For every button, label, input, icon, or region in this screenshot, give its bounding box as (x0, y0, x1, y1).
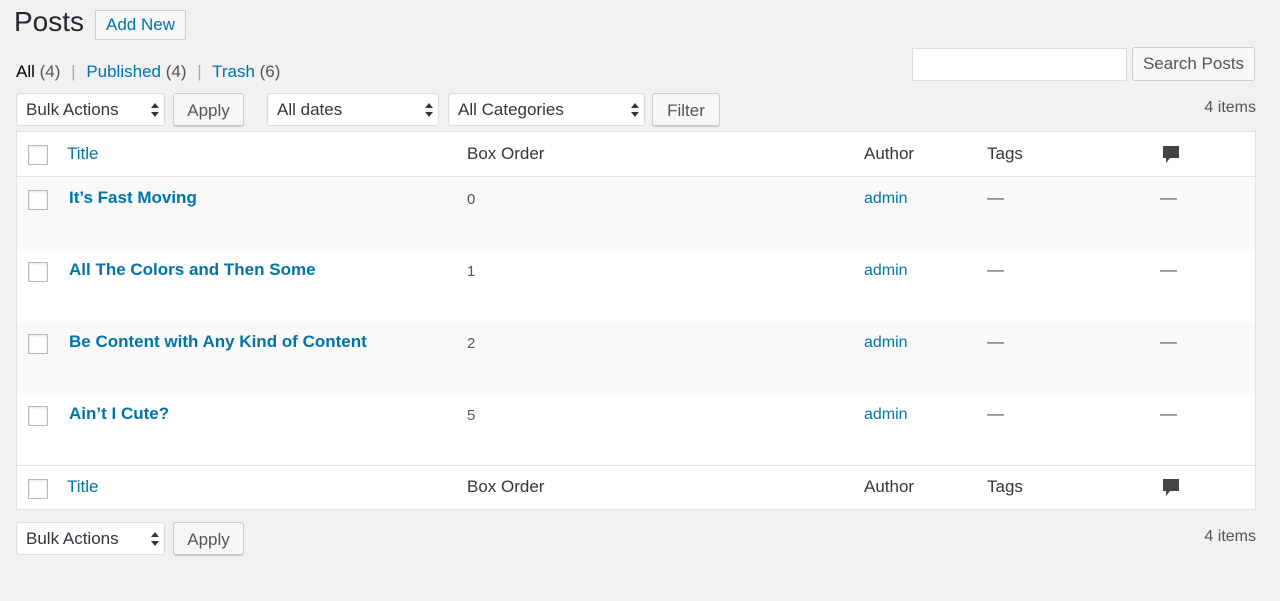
apply-button-bottom[interactable]: Apply (173, 522, 244, 555)
select-arrows-icon (631, 103, 639, 117)
column-title-sort[interactable]: Title (67, 144, 99, 164)
items-count-bottom: 4 items (1204, 528, 1256, 545)
row-checkbox[interactable] (28, 190, 48, 210)
bulk-actions-value: Bulk Actions (26, 100, 119, 119)
box-order-value: 5 (467, 407, 476, 424)
view-trash-label: Trash (212, 62, 255, 81)
view-all-count: (4) (39, 62, 61, 81)
select-arrows-icon (151, 532, 159, 546)
row-checkbox[interactable] (28, 262, 48, 282)
table-row: All The Colors and Then Some 1 admin — — (17, 249, 1255, 321)
apply-button-top[interactable]: Apply (173, 93, 244, 126)
view-separator: | (71, 62, 76, 81)
items-count-top: 4 items (1204, 99, 1256, 116)
column-tags: Tags (987, 144, 1023, 163)
row-checkbox[interactable] (28, 334, 48, 354)
table-row: It’s Fast Moving 0 admin — — (17, 177, 1255, 249)
comments-value: — (1160, 332, 1177, 351)
post-title-link[interactable]: It’s Fast Moving (69, 188, 197, 208)
search-posts-button[interactable]: Search Posts (1132, 47, 1255, 81)
categories-value: All Categories (458, 100, 564, 119)
view-published-count: (4) (165, 62, 187, 81)
tags-value: — (987, 260, 1004, 279)
table-footer: Title Box Order Author Tags (17, 465, 1255, 510)
comment-bubble-icon[interactable] (1162, 478, 1180, 498)
column-author: Author (864, 144, 915, 163)
view-all-label: All (16, 62, 35, 81)
author-link[interactable]: admin (864, 334, 908, 352)
dates-value: All dates (277, 100, 343, 119)
view-published-label: Published (86, 62, 161, 81)
column-tags-footer: Tags (987, 477, 1023, 496)
page-title: Posts (14, 6, 85, 37)
comments-value: — (1160, 188, 1177, 207)
comments-value: — (1160, 404, 1177, 423)
bulk-actions-select-bottom[interactable]: Bulk Actions (16, 522, 165, 555)
view-published-link[interactable]: Published (86, 62, 161, 81)
box-order-value: 1 (467, 263, 476, 280)
filter-button[interactable]: Filter (652, 93, 720, 126)
table-row: Ain’t I Cute? 5 admin — — (17, 393, 1255, 465)
column-box-order: Box Order (467, 144, 545, 163)
tags-value: — (987, 188, 1004, 207)
comment-bubble-icon[interactable] (1162, 145, 1180, 165)
row-checkbox[interactable] (28, 406, 48, 426)
select-arrows-icon (425, 103, 433, 117)
comments-value: — (1160, 260, 1177, 279)
box-order-value: 2 (467, 335, 476, 352)
table-header: Title Box Order Author Tags (17, 132, 1255, 177)
author-link[interactable]: admin (864, 262, 908, 280)
bulk-actions-select-top[interactable]: Bulk Actions (16, 93, 165, 126)
view-separator: | (197, 62, 202, 81)
bulk-actions-value: Bulk Actions (26, 529, 119, 548)
table-row: Be Content with Any Kind of Content 2 ad… (17, 321, 1255, 393)
column-title-sort-footer[interactable]: Title (67, 477, 99, 497)
post-title-link[interactable]: Ain’t I Cute? (69, 404, 169, 424)
post-status-views: All (4) | Published (4) | Trash (6) (16, 62, 280, 82)
select-all-checkbox[interactable] (28, 145, 48, 165)
post-title-link[interactable]: All The Colors and Then Some (69, 260, 316, 280)
view-trash-count: (6) (259, 62, 281, 81)
post-title-link[interactable]: Be Content with Any Kind of Content (69, 332, 367, 352)
column-box-order-footer: Box Order (467, 477, 545, 496)
select-arrows-icon (151, 103, 159, 117)
tags-value: — (987, 404, 1004, 423)
search-input[interactable] (912, 48, 1127, 81)
select-all-checkbox-footer[interactable] (28, 479, 48, 499)
dates-select[interactable]: All dates (267, 93, 439, 126)
column-author-footer: Author (864, 477, 915, 496)
author-link[interactable]: admin (864, 190, 908, 208)
tags-value: — (987, 332, 1004, 351)
posts-table: Title Box Order Author Tags It’s Fast Mo… (16, 131, 1256, 510)
categories-select[interactable]: All Categories (448, 93, 645, 126)
author-link[interactable]: admin (864, 406, 908, 424)
view-trash-link[interactable]: Trash (212, 62, 255, 81)
view-all-link[interactable]: All (16, 62, 35, 81)
box-order-value: 0 (467, 191, 476, 208)
add-new-button[interactable]: Add New (95, 10, 186, 40)
